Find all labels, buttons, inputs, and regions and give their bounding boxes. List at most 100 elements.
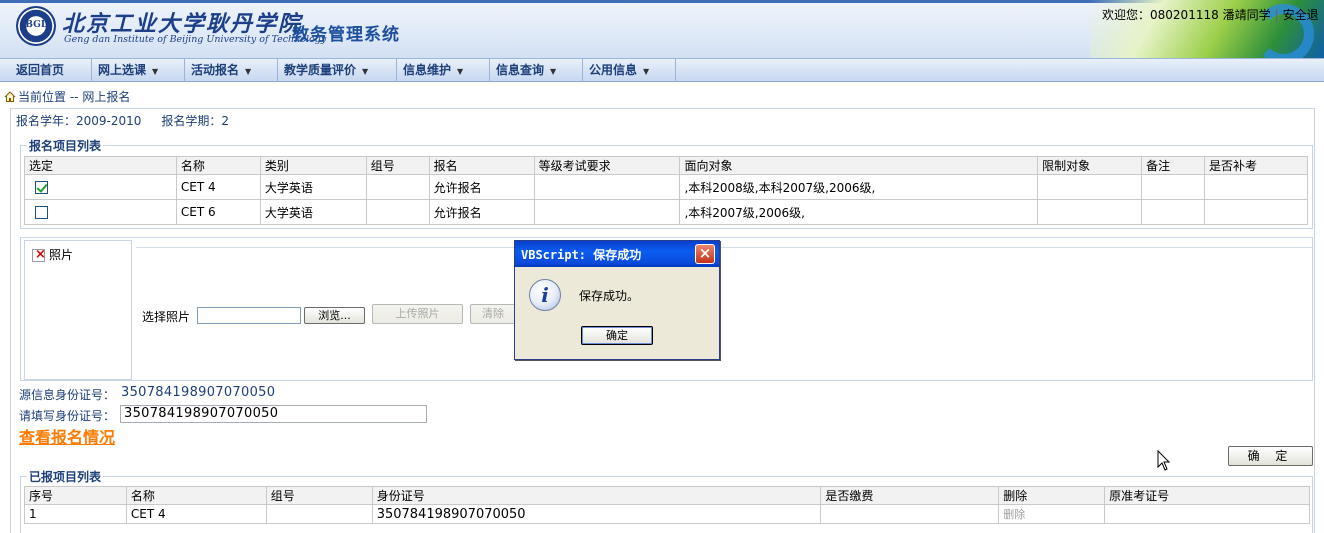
dialog-message: 保存成功。 (579, 289, 640, 303)
restrict-cell (1037, 199, 1143, 225)
nav-label: 信息查询 (496, 63, 545, 77)
photo-alt-text: 照片 (49, 248, 74, 262)
confirm-button[interactable]: 确 定 (1228, 446, 1313, 466)
nav-item-activity-signup[interactable]: 活动报名 ▼ (185, 59, 278, 82)
target-cell: ,本科2008级,本科2007级,2006级, (679, 174, 1039, 200)
target-cell: ,本科2007级,2006级, (679, 199, 1039, 225)
col-header-id: 身份证号 (371, 486, 822, 505)
user-id: 080201118 (1150, 8, 1219, 22)
note-cell (1141, 174, 1206, 200)
note-cell (1141, 199, 1206, 225)
nav-item-public-info[interactable]: 公用信息 ▼ (583, 59, 676, 82)
col-header-makeup: 是否补考 (1204, 156, 1308, 175)
chevron-down-icon: ▼ (457, 67, 464, 76)
nav-label: 网上选课 (98, 63, 147, 77)
breadcrumb: 当前位置 -- 网上报名 (4, 88, 130, 105)
submitted-list-legend: 已报项目列表 (29, 470, 102, 484)
main-nav: 返回首页 网上选课 ▼ 活动报名 ▼ 教学质量评价 ▼ 信息维护 ▼ 信息查询 ▼ 公用信… (0, 58, 1324, 82)
photo-file-input[interactable] (197, 307, 301, 324)
col-header-note: 备注 (1141, 156, 1206, 175)
group-cell (265, 504, 373, 524)
submitted-list-table: 序号 名称 组号 身份证号 是否缴费 删除 原准考证号 1 CET 4 3507… (24, 486, 1310, 524)
project-list-table: 选定 名称 类别 组号 报名 等级考试要求 面向对象 限制对象 备注 是否补考 … (24, 156, 1308, 225)
chevron-down-icon: ▼ (362, 67, 369, 76)
makeup-cell (1204, 174, 1308, 200)
choose-photo-label: 选择照片 (142, 310, 191, 324)
view-signup-status-link[interactable]: 查看报名情况 (19, 424, 115, 448)
close-icon[interactable]: × (695, 244, 715, 264)
nav-label: 信息维护 (403, 63, 452, 77)
fill-id-label: 请填写身份证号： (19, 409, 116, 423)
signup-year: 报名学年：2009-2010 (16, 114, 142, 128)
signup-cell: 允许报名 (428, 199, 535, 225)
select-checkbox[interactable] (35, 181, 48, 194)
select-cell (24, 174, 177, 200)
breadcrumb-prefix: 当前位置 (18, 90, 67, 104)
col-header-group: 组号 (265, 486, 373, 505)
welcome-prefix: 欢迎您： (1102, 8, 1151, 22)
col-header-signup: 报名 (428, 156, 535, 175)
table-row: CET 6 大学英语 允许报名 ,本科2007级,2006级, (24, 199, 1308, 225)
id-number-input[interactable]: 350784198907070050 (120, 405, 427, 423)
name-cell: CET 4 (125, 504, 267, 524)
browse-button[interactable]: 浏览... (304, 307, 365, 324)
welcome-separator: | (1274, 8, 1279, 22)
col-header-restrict: 限制对象 (1037, 156, 1143, 175)
system-title: 教务管理系统 (292, 25, 400, 45)
breadcrumb-path: -- 网上报名 (69, 90, 131, 104)
safe-exit-link[interactable]: 安全退 (1283, 8, 1319, 22)
col-header-name: 名称 (175, 156, 261, 175)
nav-item-online-course[interactable]: 网上选课 ▼ (92, 59, 185, 82)
photo-placeholder: 照片 (32, 246, 73, 263)
restrict-cell (1037, 174, 1143, 200)
requirement-cell (533, 199, 681, 225)
nav-label: 公用信息 (589, 63, 638, 77)
dialog-title: VBScript: 保存成功 (521, 248, 642, 262)
col-header-category: 类别 (259, 156, 367, 175)
dialog-titlebar[interactable]: VBScript: 保存成功 × (515, 241, 719, 267)
source-id-value: 350784198907070050 (121, 385, 276, 400)
welcome-bar: 欢迎您：080201118 潘靖同学 | 安全退 (1102, 6, 1319, 23)
save-success-dialog: VBScript: 保存成功 × i 保存成功。 确定 (514, 240, 720, 360)
signup-cell: 允许报名 (428, 174, 535, 200)
col-header-delete: 删除 (998, 486, 1106, 505)
chevron-down-icon: ▼ (152, 67, 159, 76)
nav-label: 活动报名 (191, 63, 240, 77)
index-cell: 1 (24, 504, 127, 524)
divider (136, 247, 1313, 248)
group-cell (365, 174, 430, 200)
source-id-label: 源信息身份证号： (19, 388, 116, 402)
old-ticket-cell (1104, 504, 1310, 524)
project-list-legend: 报名项目列表 (29, 139, 102, 153)
requirement-cell (533, 174, 681, 200)
info-icon: i (529, 279, 561, 311)
home-icon (4, 91, 16, 102)
nav-item-info-query[interactable]: 信息查询 ▼ (490, 59, 583, 82)
chevron-down-icon: ▼ (550, 67, 557, 76)
term-info: 报名学年：2009-2010 报名学期：2 (16, 112, 249, 129)
dialog-ok-button[interactable]: 确定 (581, 326, 653, 345)
delete-link[interactable]: 删除 (998, 504, 1106, 524)
category-cell: 大学英语 (259, 199, 367, 225)
select-checkbox[interactable] (35, 206, 48, 219)
category-cell: 大学英语 (259, 174, 367, 200)
user-name: 潘靖同学 (1222, 8, 1271, 22)
upload-photo-button[interactable]: 上传照片 (372, 304, 463, 324)
col-header-requirement: 等级考试要求 (533, 156, 681, 175)
nav-item-home[interactable]: 返回首页 (10, 59, 92, 82)
col-header-select: 选定 (24, 156, 177, 175)
clear-photo-button[interactable]: 清除 (470, 304, 516, 324)
nav-item-info-maintenance[interactable]: 信息维护 ▼ (397, 59, 490, 82)
select-cell (24, 199, 177, 225)
table-row: 1 CET 4 350784198907070050 删除 (24, 504, 1310, 524)
col-header-paid: 是否缴费 (820, 486, 1000, 505)
school-name-en: Geng dan Institute of Beijing University… (64, 34, 327, 45)
col-header-old-ticket: 原准考证号 (1104, 486, 1310, 505)
chevron-down-icon: ▼ (643, 67, 650, 76)
table-header-row: 序号 名称 组号 身份证号 是否缴费 删除 原准考证号 (24, 486, 1310, 505)
chevron-down-icon: ▼ (245, 67, 252, 76)
id-cell: 350784198907070050 (371, 504, 822, 524)
nav-item-teaching-evaluation[interactable]: 教学质量评价 ▼ (278, 59, 397, 82)
emblem-text: BGD (25, 20, 49, 30)
col-header-name: 名称 (125, 486, 267, 505)
